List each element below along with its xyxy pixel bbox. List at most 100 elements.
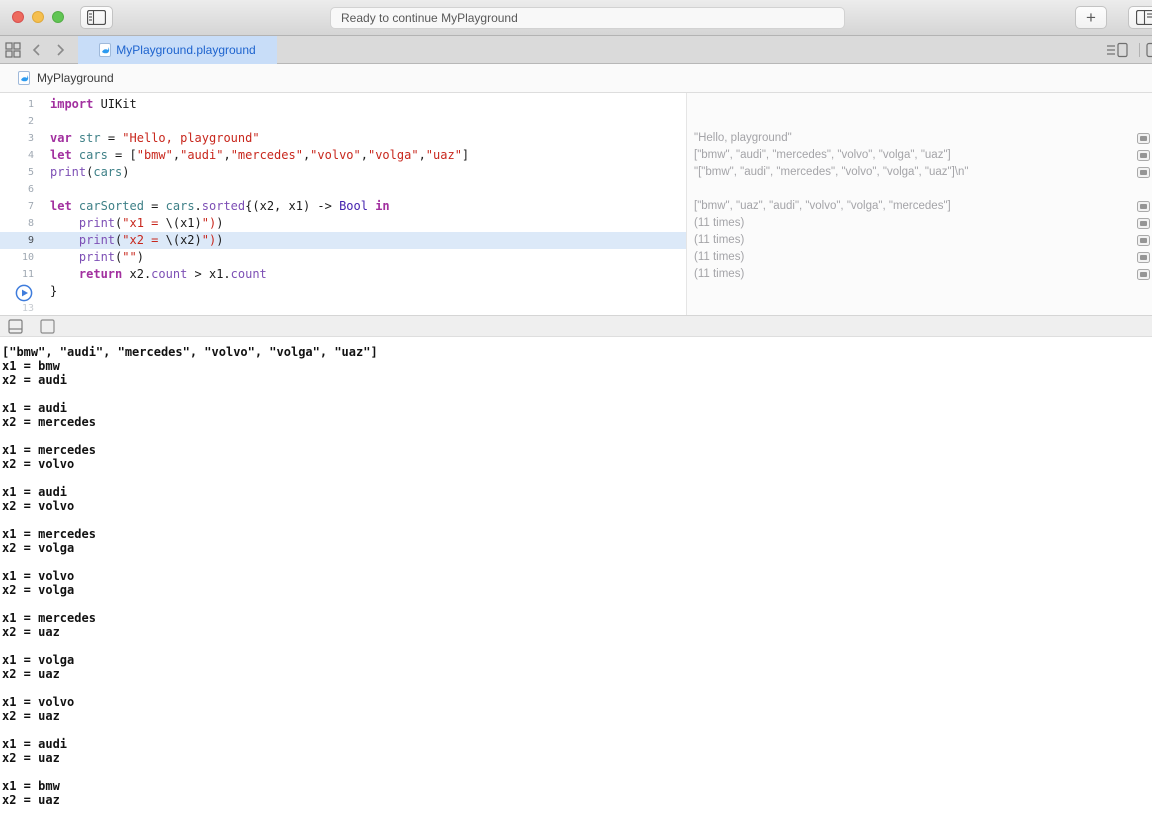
editor-layout-icon	[1136, 10, 1152, 25]
debug-area-bar	[0, 315, 1152, 337]
tabbar-divider	[1139, 43, 1140, 57]
line-number: 13	[21, 303, 34, 314]
run-playground-button[interactable]	[0, 283, 34, 301]
playground-result-row[interactable]: (11 times)	[687, 215, 1152, 232]
chevron-right-icon	[54, 43, 66, 57]
code-line: 13	[0, 300, 686, 315]
show-result-inline-button[interactable]	[1137, 133, 1150, 144]
show-result-icon	[1140, 136, 1147, 141]
console-output-text: ["bmw", "audi", "mercedes", "volvo", "vo…	[2, 345, 378, 807]
result-value-text: ["bmw", "uaz", "audi", "volvo", "volga",…	[694, 200, 951, 212]
show-result-icon	[1140, 255, 1147, 260]
code-line: 11 return x2.count > x1.count	[0, 266, 686, 283]
jump-bar[interactable]: MyPlayground	[0, 64, 1152, 93]
playground-result-row[interactable]: "Hello, playground"	[687, 130, 1152, 147]
code-text: import UIKit	[50, 97, 137, 111]
grid-icon	[5, 42, 21, 58]
line-number: 6	[27, 184, 34, 195]
show-result-icon	[1140, 204, 1147, 209]
editor-options-button[interactable]	[1106, 36, 1130, 64]
playground-result-row[interactable]: (11 times)	[687, 249, 1152, 266]
editor-region: 1 import UIKit 2 3 var str = "Hello, playgro…	[0, 93, 1152, 315]
close-window-button[interactable]	[12, 11, 24, 23]
line-number: 4	[27, 150, 34, 161]
result-value-text: "Hello, playground"	[694, 132, 792, 144]
breadcrumb: MyPlayground	[37, 71, 114, 85]
split-editor-button[interactable]	[1146, 36, 1152, 64]
code-line: 7 let carSorted = cars.sorted{(x2, x1) ->…	[0, 198, 686, 215]
code-line: 6	[0, 181, 686, 198]
tab-myplayground[interactable]: MyPlayground.playground	[78, 36, 277, 64]
code-text: print("")	[78, 250, 144, 264]
navigator-panel-icon	[87, 10, 106, 25]
show-result-inline-button[interactable]	[1137, 167, 1150, 178]
code-line: 9 print("x2 = \(x2)"))	[0, 232, 686, 249]
result-value-text: (11 times)	[694, 251, 745, 263]
result-value-text: ["bmw", "audi", "mercedes", "volvo", "vo…	[694, 149, 951, 161]
show-result-inline-button[interactable]	[1137, 218, 1150, 229]
activity-status-field: Ready to continue MyPlayground	[330, 7, 845, 29]
show-result-icon	[1140, 238, 1147, 243]
code-text: return x2.count > x1.count	[78, 267, 267, 281]
show-result-icon	[1140, 153, 1147, 158]
result-value-text: (11 times)	[694, 217, 745, 229]
line-number: 1	[27, 99, 34, 110]
status-text: Ready to continue MyPlayground	[341, 11, 518, 25]
show-result-icon	[1140, 221, 1147, 226]
plus-icon: +	[1086, 7, 1096, 27]
editor-options-icon	[1106, 42, 1130, 58]
show-result-icon	[1140, 272, 1147, 277]
show-result-icon	[1140, 170, 1147, 175]
playground-results-sidebar: "Hello, playground" ["bmw", "audi", "merc…	[687, 93, 1152, 315]
line-number: 9	[27, 235, 34, 246]
split-editor-icon	[1146, 42, 1152, 58]
navigate-forward-button[interactable]	[54, 36, 66, 64]
show-result-inline-button[interactable]	[1137, 235, 1150, 246]
console-output-area[interactable]: ["bmw", "audi", "mercedes", "volvo", "vo…	[0, 337, 1152, 824]
show-result-inline-button[interactable]	[1137, 252, 1150, 263]
swift-file-icon	[18, 71, 30, 85]
show-result-inline-button[interactable]	[1137, 269, 1150, 280]
result-value-text: (11 times)	[694, 234, 745, 246]
show-result-inline-button[interactable]	[1137, 201, 1150, 212]
playground-result-row[interactable]: (11 times)	[687, 232, 1152, 249]
tab-label: MyPlayground.playground	[116, 43, 256, 57]
navigate-back-button[interactable]	[31, 36, 43, 64]
playground-result-row[interactable]: ["bmw", "audi", "mercedes", "volvo", "vo…	[687, 147, 1152, 164]
code-line: 8 print("x1 = \(x1)"))	[0, 215, 686, 232]
line-number: 11	[21, 269, 34, 280]
line-number: 2	[27, 116, 34, 127]
related-items-button[interactable]	[5, 36, 21, 64]
editor-layout-button[interactable]	[1128, 6, 1152, 29]
code-text: let carSorted = cars.sorted{(x2, x1) -> …	[50, 199, 390, 213]
result-value-text: "["bmw", "audi", "mercedes", "volvo", "v…	[694, 166, 969, 178]
show-result-inline-button[interactable]	[1137, 150, 1150, 161]
line-number: 8	[27, 218, 34, 229]
code-line: 1 import UIKit	[0, 96, 686, 113]
code-text: let cars = ["bmw","audi","mercedes","vol…	[50, 148, 470, 162]
minimize-window-button[interactable]	[32, 11, 44, 23]
line-number: 10	[21, 252, 34, 263]
code-text: }	[50, 284, 58, 298]
playground-result-row[interactable]: "["bmw", "audi", "mercedes", "volvo", "v…	[687, 164, 1152, 181]
playground-result-row[interactable]: (11 times)	[687, 266, 1152, 283]
playground-result-row[interactable]: ["bmw", "uaz", "audi", "volvo", "volga",…	[687, 198, 1152, 215]
code-text: print("x1 = \(x1)"))	[78, 216, 224, 230]
line-number: 3	[27, 133, 34, 144]
toggle-console-button[interactable]	[8, 318, 23, 334]
tab-bar: MyPlayground.playground	[0, 36, 1152, 64]
add-editor-button[interactable]: +	[1075, 6, 1107, 29]
code-line: 4 let cars = ["bmw","audi","mercedes","vo…	[0, 147, 686, 164]
code-text: print(cars)	[50, 165, 130, 179]
window-titlebar: Ready to continue MyPlayground +	[0, 0, 1152, 36]
zoom-window-button[interactable]	[52, 11, 64, 23]
code-text: var str = "Hello, playground"	[50, 131, 260, 145]
code-line: 5 print(cars)	[0, 164, 686, 181]
code-line: 2	[0, 113, 686, 130]
toggle-navigator-button[interactable]	[80, 6, 113, 29]
toggle-variables-view-button[interactable]	[40, 318, 55, 334]
line-number: 5	[27, 167, 34, 178]
source-editor[interactable]: 1 import UIKit 2 3 var str = "Hello, playgro…	[0, 93, 686, 315]
code-line: }	[0, 283, 686, 301]
chevron-left-icon	[31, 43, 43, 57]
